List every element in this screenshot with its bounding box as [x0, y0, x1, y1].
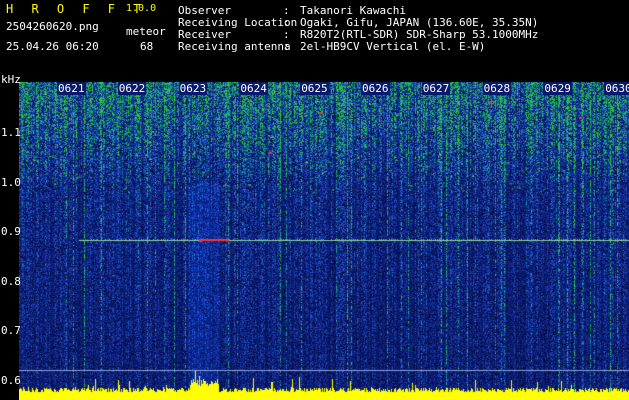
x-tick-label: 0622	[117, 82, 147, 95]
info-value-location: Ogaki, Gifu, JAPAN (136.60E, 35.35N)	[300, 16, 539, 29]
x-tick-label: 0627	[421, 82, 451, 95]
info-sep: :	[283, 16, 290, 29]
x-tick-label: 0629	[543, 82, 572, 95]
hrofft-window: { "header": { "app_title": "H R O F F T"…	[0, 0, 629, 400]
y-tick-label: 1.1	[1, 126, 21, 139]
datetime-label: 25.04.26 06:20	[6, 40, 99, 53]
y-tick-label: 0.9	[1, 225, 21, 239]
info-sep: :	[283, 28, 290, 41]
version-label: 1.0.0	[126, 3, 157, 14]
y-tick-label: 1.0	[1, 175, 21, 189]
x-tick-label: 0621	[57, 82, 86, 95]
x-tick-label: 0628	[482, 82, 512, 95]
info-value-antenna: 2el-HB9CV Vertical (el. E-W)	[300, 40, 486, 53]
app-title: H R O F F T	[6, 2, 146, 16]
info-key-observer: Observer	[178, 4, 231, 17]
info-value-observer: Takanori Kawachi	[300, 4, 406, 17]
info-key-receiver: Receiver	[178, 28, 231, 41]
x-tick-label: 0623	[178, 82, 208, 95]
y-tick-label: 0.8	[1, 274, 21, 288]
y-tick-label: 0.6	[1, 374, 21, 387]
x-tick-label: 0625	[300, 82, 329, 95]
y-tick-label: 0.7	[1, 324, 21, 338]
x-tick-label: 0624	[239, 82, 268, 95]
info-key-location: Receiving Location	[178, 16, 298, 29]
x-tick-label: 0630	[604, 82, 629, 95]
spectrogram	[19, 82, 629, 400]
info-sep: :	[283, 40, 290, 53]
info-sep: :	[283, 4, 290, 17]
meteor-label: meteor	[126, 25, 166, 38]
y-axis-unit: kHz	[1, 73, 21, 86]
info-value-receiver: R820T2(RTL-SDR) SDR-Sharp 53.1000MHz	[300, 28, 539, 41]
meteor-count: 68	[140, 40, 154, 53]
filename-label: 2504260620.png	[6, 20, 99, 33]
info-key-antenna: Receiving antenna	[178, 40, 291, 53]
x-tick-label: 0626	[361, 82, 390, 95]
